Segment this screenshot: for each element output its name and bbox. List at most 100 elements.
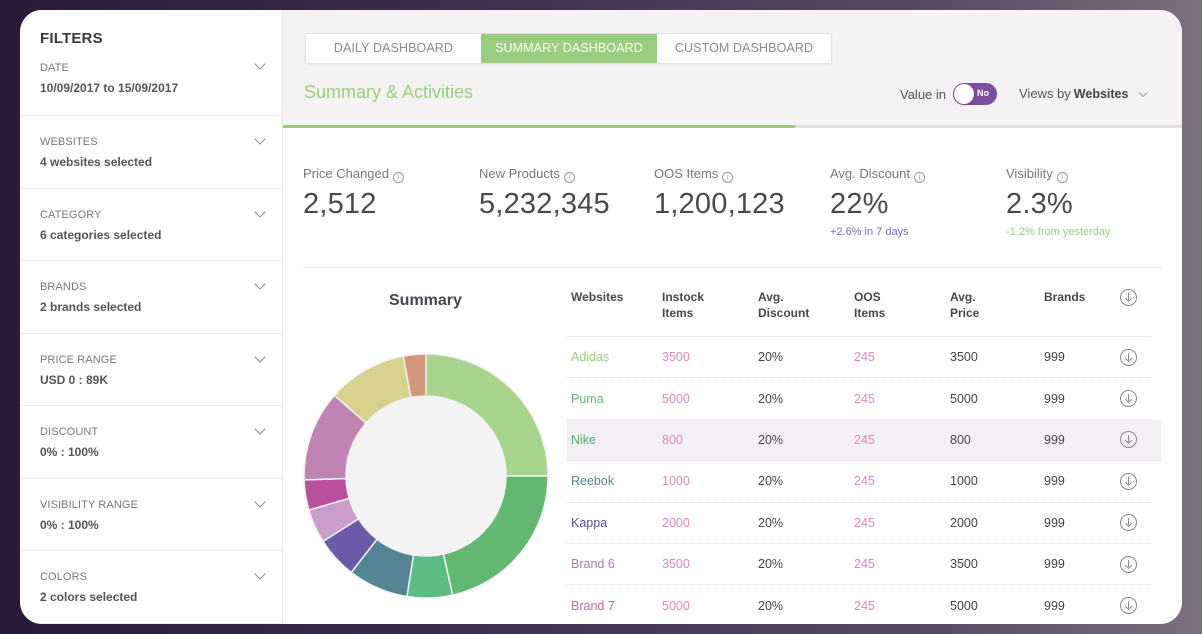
row-download-button[interactable]: [1120, 597, 1144, 615]
views-by-label: Views by: [1019, 86, 1071, 101]
oos-items: 245: [854, 474, 875, 489]
row-download-button[interactable]: [1120, 472, 1144, 490]
website-name[interactable]: Brand 7: [567, 599, 662, 613]
column-header[interactable]: Avg. Price: [950, 289, 1044, 336]
kpi-label: Price Changed: [303, 166, 389, 181]
header-area: DAILY DASHBOARD SUMMARY DASHBOARD CUSTOM…: [283, 10, 1182, 128]
download-icon[interactable]: [1120, 390, 1137, 408]
filter-label: DISCOUNT: [40, 426, 99, 438]
filter-visibility-range[interactable]: VISIBILITY RANGE 0% : 100%: [20, 479, 282, 551]
kpi-price-changed: Price Changed i 2,512: [303, 166, 404, 221]
oos-items: 245: [854, 598, 875, 613]
column-header[interactable]: Instock Items: [662, 289, 758, 336]
avg-price: 2000: [950, 515, 978, 530]
website-name[interactable]: Nike: [567, 433, 662, 447]
avg-discount: 20%: [758, 391, 784, 406]
column-header[interactable]: Brands: [1044, 289, 1120, 336]
info-icon[interactable]: i: [722, 172, 734, 183]
row-download-button[interactable]: [1120, 555, 1144, 573]
table-row[interactable]: Brand 6 3500 20% 245 3500 999: [567, 544, 1151, 586]
download-icon[interactable]: [1120, 555, 1137, 573]
column-header[interactable]: OOS Items: [854, 289, 950, 336]
brands-count: 999: [1044, 350, 1065, 365]
brands-count: 999: [1044, 515, 1065, 530]
table-row[interactable]: Puma 5000 20% 245 5000 999: [567, 378, 1151, 420]
instock-items: 1000: [662, 474, 690, 489]
filter-value: 0% : 100%: [40, 517, 99, 532]
websites-table: Websites Instock Items Avg. Discount OOS It…: [567, 280, 1161, 624]
tab-custom-dashboard[interactable]: CUSTOM DASHBOARD: [657, 34, 831, 63]
filter-label: VISIBILITY RANGE: [40, 498, 138, 511]
website-name[interactable]: Adidas: [567, 350, 662, 364]
website-name[interactable]: Reebok: [567, 474, 662, 488]
download-icon[interactable]: [1120, 514, 1137, 532]
column-header[interactable]: Websites: [567, 289, 662, 336]
views-by-dropdown[interactable]: Views by Websites: [1019, 86, 1148, 101]
kpi-label: Visibility: [1006, 166, 1053, 181]
download-icon[interactable]: [1120, 472, 1137, 490]
table-row[interactable]: Brand 7 5000 20% 245 5000 999: [567, 585, 1151, 624]
filter-value: 2 brands selected: [40, 300, 142, 314]
filter-brands[interactable]: BRANDS 2 brands selected: [20, 261, 282, 334]
avg-discount: 20%: [758, 557, 784, 572]
table-row[interactable]: Reebok 1000 20% 245 1000 999: [567, 461, 1151, 503]
filter-colors[interactable]: COLORS 2 colors selected: [20, 551, 282, 624]
filter-price-range[interactable]: PRICE RANGE USD 0 : 89K: [20, 334, 282, 406]
kpi-value: 22%: [830, 188, 889, 220]
summary-chart-title: Summary: [389, 292, 462, 309]
summary-donut-chart: [303, 353, 549, 599]
avg-discount: 20%: [758, 350, 784, 365]
filter-websites[interactable]: WEBSITES 4 websites selected: [20, 116, 282, 189]
kpi-value: 5,232,345: [479, 188, 610, 220]
filters-sidebar: FILTERS DATE 10/09/2017 to 15/09/2017 WEBS…: [20, 10, 283, 624]
row-download-button[interactable]: [1120, 514, 1144, 532]
kpi-value: 1,200,123: [654, 188, 785, 220]
value-in-toggle[interactable]: No: [953, 83, 997, 105]
kpi-avg-discount: Avg. Discount i 22% +2.6% in 7 days: [830, 166, 925, 238]
avg-discount: 20%: [758, 598, 784, 613]
website-name[interactable]: Kappa: [567, 516, 662, 530]
avg-price: 5000: [950, 598, 978, 613]
download-icon[interactable]: [1120, 597, 1137, 615]
oos-items: 245: [854, 557, 875, 572]
instock-items: 5000: [662, 391, 690, 406]
download-icon[interactable]: [1120, 289, 1137, 306]
main-panel: DAILY DASHBOARD SUMMARY DASHBOARD CUSTOM…: [283, 10, 1182, 624]
info-icon[interactable]: i: [913, 172, 925, 183]
info-icon[interactable]: i: [393, 172, 404, 183]
oos-items: 245: [854, 515, 875, 530]
tab-summary-dashboard[interactable]: SUMMARY DASHBOARD: [481, 34, 657, 63]
info-icon[interactable]: i: [563, 172, 575, 183]
download-icon[interactable]: [1120, 431, 1137, 449]
row-download-button[interactable]: [1120, 431, 1144, 449]
table-row[interactable]: Adidas 3500 20% 245 3500 999: [567, 337, 1151, 379]
row-download-button[interactable]: [1120, 348, 1144, 366]
donut-hole: [346, 396, 506, 556]
table-row[interactable]: Kappa 2000 20% 245 2000 999: [567, 503, 1151, 544]
kpi-label: OOS Items: [654, 166, 719, 181]
column-header[interactable]: Avg. Discount: [758, 289, 854, 336]
filter-discount[interactable]: DISCOUNT 0% : 100%: [20, 406, 282, 479]
instock-items: 5000: [662, 598, 690, 613]
download-icon[interactable]: [1120, 348, 1137, 366]
instock-items: 800: [662, 432, 683, 447]
download-all-button[interactable]: [1120, 289, 1144, 336]
filter-value: 0% : 100%: [40, 445, 99, 459]
filter-date[interactable]: DATE 10/09/2017 to 15/09/2017: [20, 58, 282, 116]
brands-count: 999: [1044, 598, 1065, 613]
table-row[interactable]: Nike 800 20% 245 800 999: [567, 419, 1161, 462]
row-download-button[interactable]: [1120, 390, 1144, 408]
website-name[interactable]: Puma: [567, 392, 662, 406]
table-header: Websites Instock Items Avg. Discount OOS It…: [567, 280, 1151, 337]
filter-label: CATEGORY: [40, 208, 102, 221]
tab-daily-dashboard[interactable]: DAILY DASHBOARD: [306, 34, 481, 63]
filter-value: USD 0 : 89K: [40, 372, 109, 387]
filter-label: COLORS: [40, 571, 88, 583]
filter-category[interactable]: CATEGORY 6 categories selected: [20, 189, 282, 261]
divider: [303, 267, 1162, 268]
app-window: FILTERS DATE 10/09/2017 to 15/09/2017 WEBS…: [20, 10, 1182, 624]
info-icon[interactable]: i: [1056, 172, 1068, 183]
oos-items: 245: [854, 432, 875, 447]
website-name[interactable]: Brand 6: [567, 557, 662, 571]
value-in-label: Value in: [900, 87, 947, 102]
